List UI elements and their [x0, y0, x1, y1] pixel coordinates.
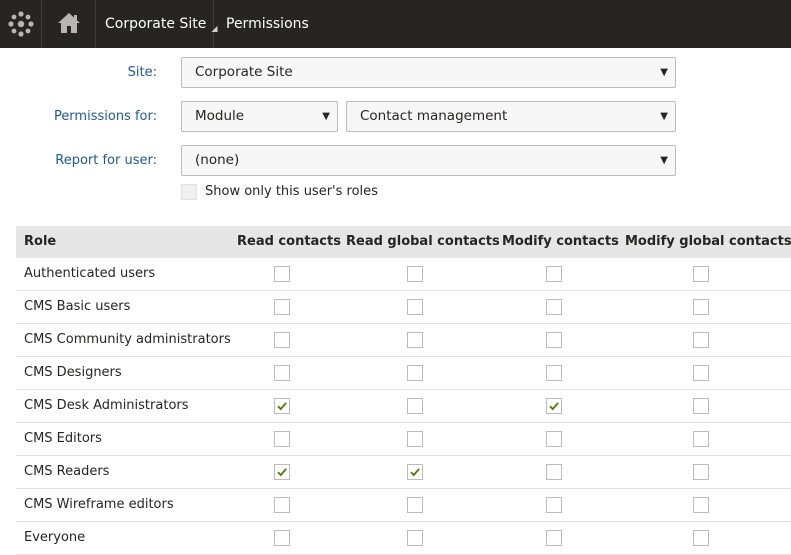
permission-checkbox-read-contacts[interactable]: [274, 530, 290, 546]
table-row: CMS Readers: [16, 456, 791, 489]
permission-checkbox-modify-global-contacts[interactable]: [693, 332, 709, 348]
module-dropdown[interactable]: Contact management ▼: [346, 101, 676, 132]
table-row: CMS Wireframe editors: [16, 489, 791, 522]
column-header-read-contacts: Read contacts: [237, 234, 341, 249]
show-only-user-roles-label: Show only this user's roles: [205, 184, 378, 199]
permission-checkbox-modify-global-contacts[interactable]: [693, 431, 709, 447]
permission-checkbox-modify-global-contacts[interactable]: [693, 497, 709, 513]
module-dropdown-value: Contact management: [360, 108, 508, 124]
site-dropdown-value: Corporate Site: [195, 64, 293, 80]
site-label: Site:: [127, 65, 157, 80]
role-name: CMS Wireframe editors: [24, 497, 174, 512]
permission-checkbox-modify-contacts[interactable]: [546, 398, 562, 414]
permission-checkbox-read-contacts[interactable]: [274, 365, 290, 381]
column-header-modify-global-contacts: Modify global contacts: [625, 234, 791, 249]
permission-type-dropdown[interactable]: Module ▼: [181, 101, 338, 132]
permission-checkbox-modify-contacts[interactable]: [546, 530, 562, 546]
permission-checkbox-modify-contacts[interactable]: [546, 464, 562, 480]
app-logo[interactable]: [0, 0, 42, 48]
role-name: Authenticated users: [24, 266, 156, 281]
home-icon: [58, 13, 80, 33]
permission-checkbox-read-global-contacts[interactable]: [407, 266, 423, 282]
home-button[interactable]: [42, 0, 96, 48]
permission-checkbox-modify-global-contacts[interactable]: [693, 464, 709, 480]
permission-checkbox-modify-contacts[interactable]: [546, 266, 562, 282]
site-selector-label: Corporate Site: [105, 16, 207, 32]
permission-checkbox-read-contacts[interactable]: [274, 332, 290, 348]
permission-checkbox-modify-global-contacts[interactable]: [693, 299, 709, 315]
permission-checkbox-read-contacts[interactable]: [274, 464, 290, 480]
user-dropdown[interactable]: (none) ▼: [181, 145, 676, 176]
permission-checkbox-read-global-contacts[interactable]: [407, 431, 423, 447]
table-row: CMS Basic users: [16, 291, 791, 324]
checkmark-icon: [277, 402, 287, 411]
table-row: Authenticated users: [16, 258, 791, 291]
column-header-role: Role: [24, 234, 57, 249]
top-bar: Corporate Site ◢ Permissions: [0, 0, 791, 48]
permission-checkbox-modify-global-contacts[interactable]: [693, 365, 709, 381]
role-name: CMS Editors: [24, 431, 102, 446]
role-name: CMS Desk Administrators: [24, 398, 189, 413]
permission-checkbox-read-global-contacts[interactable]: [407, 464, 423, 480]
column-header-read-global-contacts: Read global contacts: [346, 234, 500, 249]
show-only-user-roles-checkbox[interactable]: [181, 184, 197, 200]
kentico-logo-icon: [8, 11, 34, 37]
site-dropdown[interactable]: Corporate Site ▼: [181, 57, 676, 88]
permission-checkbox-read-contacts[interactable]: [274, 431, 290, 447]
permission-checkbox-read-global-contacts[interactable]: [407, 497, 423, 513]
user-dropdown-value: (none): [195, 152, 240, 168]
role-name: Everyone: [24, 530, 86, 545]
table-row: CMS Designers: [16, 357, 791, 390]
role-name: CMS Readers: [24, 464, 110, 479]
permission-checkbox-modify-contacts[interactable]: [546, 497, 562, 513]
permission-checkbox-read-global-contacts[interactable]: [407, 332, 423, 348]
table-header: Role Read contacts Read global contacts …: [16, 226, 791, 258]
site-selector[interactable]: Corporate Site ◢: [96, 0, 217, 48]
dropdown-arrow-icon: ▼: [660, 67, 668, 78]
permission-checkbox-modify-contacts[interactable]: [546, 332, 562, 348]
role-name: CMS Basic users: [24, 299, 131, 314]
permission-checkbox-modify-global-contacts[interactable]: [693, 530, 709, 546]
table-row: CMS Editors: [16, 423, 791, 456]
role-name: CMS Designers: [24, 365, 122, 380]
dropdown-arrow-icon: ▼: [660, 111, 668, 122]
table-row: CMS Community administrators: [16, 324, 791, 357]
column-header-modify-contacts: Modify contacts: [502, 234, 619, 249]
permission-checkbox-modify-contacts[interactable]: [546, 431, 562, 447]
application-title: Permissions: [226, 16, 309, 32]
table-row: CMS Desk Administrators: [16, 390, 791, 423]
permission-type-value: Module: [195, 108, 245, 124]
permissions-for-label: Permissions for:: [53, 109, 157, 124]
dropdown-arrow-icon: ▼: [660, 155, 668, 166]
permission-checkbox-read-contacts[interactable]: [274, 497, 290, 513]
permission-checkbox-read-global-contacts[interactable]: [407, 530, 423, 546]
dropdown-arrow-icon: ▼: [322, 111, 330, 122]
permission-checkbox-read-global-contacts[interactable]: [407, 299, 423, 315]
table-row: Everyone: [16, 522, 791, 555]
checkmark-icon: [549, 402, 559, 411]
permission-checkbox-read-contacts[interactable]: [274, 299, 290, 315]
permission-checkbox-read-contacts[interactable]: [274, 398, 290, 414]
permission-checkbox-modify-contacts[interactable]: [546, 299, 562, 315]
permission-checkbox-read-global-contacts[interactable]: [407, 365, 423, 381]
permission-checkbox-modify-global-contacts[interactable]: [693, 398, 709, 414]
permission-checkbox-modify-global-contacts[interactable]: [693, 266, 709, 282]
report-for-user-label: Report for user:: [55, 153, 157, 168]
permission-checkbox-modify-contacts[interactable]: [546, 365, 562, 381]
role-name: CMS Community administrators: [24, 332, 231, 347]
checkmark-icon: [277, 468, 287, 477]
permission-checkbox-read-global-contacts[interactable]: [407, 398, 423, 414]
checkmark-icon: [410, 468, 420, 477]
permission-checkbox-read-contacts[interactable]: [274, 266, 290, 282]
